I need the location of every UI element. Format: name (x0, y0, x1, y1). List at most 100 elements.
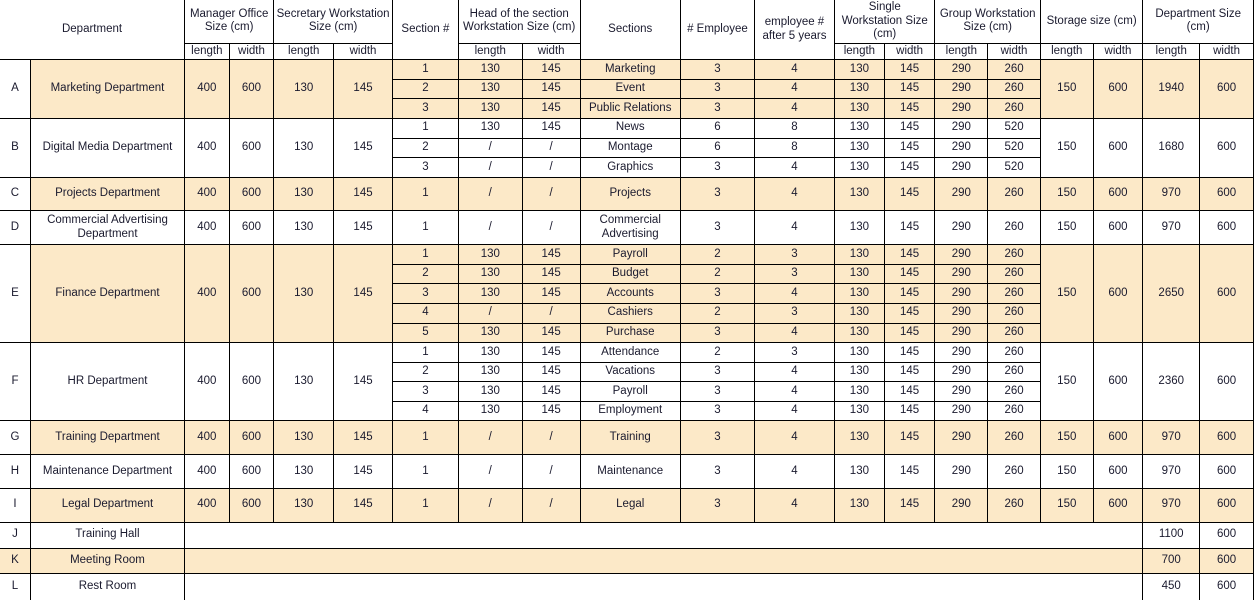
department-name: Projects Department (29, 176, 186, 212)
storage-length: 150 (1039, 210, 1094, 246)
col-header-single-workstation-size: Single Workstation Size (cm) (834, 0, 936, 44)
group-workstation-length: 290 (934, 176, 989, 212)
row-letter: C (0, 176, 31, 212)
head-section-width: / (521, 302, 581, 324)
group-workstation-length: 290 (934, 244, 989, 265)
employee-count: 2 (679, 302, 755, 324)
group-workstation-length: 290 (934, 117, 989, 139)
head-section-length: / (457, 210, 523, 246)
group-workstation-length: 290 (934, 400, 989, 422)
group-workstation-length: 290 (934, 98, 989, 119)
employee-count: 3 (679, 98, 755, 119)
single-workstation-width: 145 (883, 487, 936, 523)
employee-count-after-5-years: 4 (753, 454, 836, 489)
single-workstation-width: 145 (883, 263, 936, 285)
head-section-width: 145 (521, 400, 581, 422)
subheader-group-width: width (987, 42, 1041, 61)
row-letter: A (0, 59, 31, 119)
employee-count: 6 (679, 137, 755, 159)
head-section-length: 130 (457, 78, 523, 100)
employee-count: 3 (679, 361, 755, 383)
head-section-length: / (457, 302, 523, 324)
group-workstation-length: 290 (934, 137, 989, 159)
table-row: I Legal Department 400 600 130 145 1// Legal 3 4 1… (0, 487, 1254, 523)
employee-count: 3 (679, 210, 755, 246)
group-workstation-width: 260 (987, 400, 1041, 422)
empty-span (184, 521, 1144, 549)
single-workstation-width: 145 (883, 283, 936, 304)
employee-count-after-5-years: 8 (753, 137, 836, 159)
section-name: Marketing (579, 59, 681, 80)
group-workstation-width: 260 (987, 263, 1041, 285)
storage-length: 150 (1039, 244, 1094, 344)
group-workstation-width: 260 (987, 210, 1041, 246)
head-section-width: / (521, 420, 581, 456)
manager-office-width: 600 (228, 210, 275, 246)
group-workstation-width: 260 (987, 302, 1041, 324)
department-size-width: 600 (1199, 210, 1254, 246)
single-workstation-length: 130 (834, 283, 885, 304)
manager-office-length: 400 (184, 59, 230, 119)
subheader-department-length: length (1142, 42, 1201, 61)
col-header-num-employee: # Employee (679, 0, 755, 61)
secretary-workstation-length: 130 (273, 454, 335, 489)
secretary-workstation-width: 145 (333, 487, 393, 523)
col-header-employee-after-5-years: employee # after 5 years (753, 0, 836, 61)
department-size-length: 970 (1142, 420, 1201, 456)
head-section-width: 145 (521, 59, 581, 80)
group-workstation-length: 290 (934, 283, 989, 304)
col-header-head-of-section-workstation-size: Head of the section Workstation Size (cm… (457, 0, 581, 44)
single-workstation-width: 145 (883, 137, 936, 159)
row-letter: J (0, 521, 31, 549)
single-workstation-width: 145 (883, 117, 936, 139)
employee-count: 3 (679, 400, 755, 422)
secretary-workstation-length: 130 (273, 244, 335, 344)
secretary-workstation-length: 130 (273, 420, 335, 456)
row-letter: D (0, 210, 31, 246)
section-name: Cashiers (579, 302, 681, 324)
table-row: E Finance Department 400 600 130 145 1 130 145 Pa… (0, 244, 1254, 344)
employee-count: 3 (679, 283, 755, 304)
subheader-single-length: length (834, 42, 885, 61)
employee-count-after-5-years: 4 (753, 176, 836, 212)
department-size-width: 600 (1199, 342, 1254, 422)
section-name: Event (579, 78, 681, 100)
employee-count: 3 (679, 59, 755, 80)
col-header-secretary-workstation-size: Secretary Workstation Size (cm) (273, 0, 393, 44)
section-name: Employment (579, 400, 681, 422)
employee-count: 3 (679, 420, 755, 456)
secretary-workstation-width: 145 (333, 59, 393, 119)
employee-count-after-5-years: 4 (753, 400, 836, 422)
department-size-length: 2360 (1142, 342, 1201, 422)
employee-count-after-5-years: 8 (753, 117, 836, 139)
employee-count: 2 (679, 244, 755, 265)
group-workstation-length: 290 (934, 78, 989, 100)
section-number: 1 (391, 210, 459, 246)
manager-office-length: 400 (184, 244, 230, 344)
head-section-width: / (521, 487, 581, 523)
head-section-width: 145 (521, 78, 581, 100)
head-section-length: 130 (457, 322, 523, 344)
single-workstation-length: 130 (834, 78, 885, 100)
storage-width: 600 (1092, 210, 1144, 246)
single-workstation-length: 130 (834, 137, 885, 159)
department-name: Digital Media Department (29, 117, 186, 178)
single-workstation-width: 145 (883, 322, 936, 344)
group-workstation-width: 260 (987, 487, 1041, 523)
section-number: 1 (391, 454, 459, 489)
department-size-width: 600 (1199, 244, 1254, 344)
group-workstation-length: 290 (934, 361, 989, 383)
section-number: 4 (391, 400, 459, 422)
department-name: Training Department (29, 420, 186, 456)
manager-office-length: 400 (184, 454, 230, 489)
storage-length: 150 (1039, 117, 1094, 178)
secretary-workstation-width: 145 (333, 244, 393, 344)
secretary-workstation-length: 130 (273, 342, 335, 422)
secretary-workstation-length: 130 (273, 487, 335, 523)
single-workstation-length: 130 (834, 117, 885, 139)
secretary-workstation-width: 145 (333, 420, 393, 456)
head-section-length: / (457, 137, 523, 159)
group-workstation-width: 260 (987, 283, 1041, 304)
storage-width: 600 (1092, 117, 1144, 178)
employee-count: 3 (679, 381, 755, 402)
